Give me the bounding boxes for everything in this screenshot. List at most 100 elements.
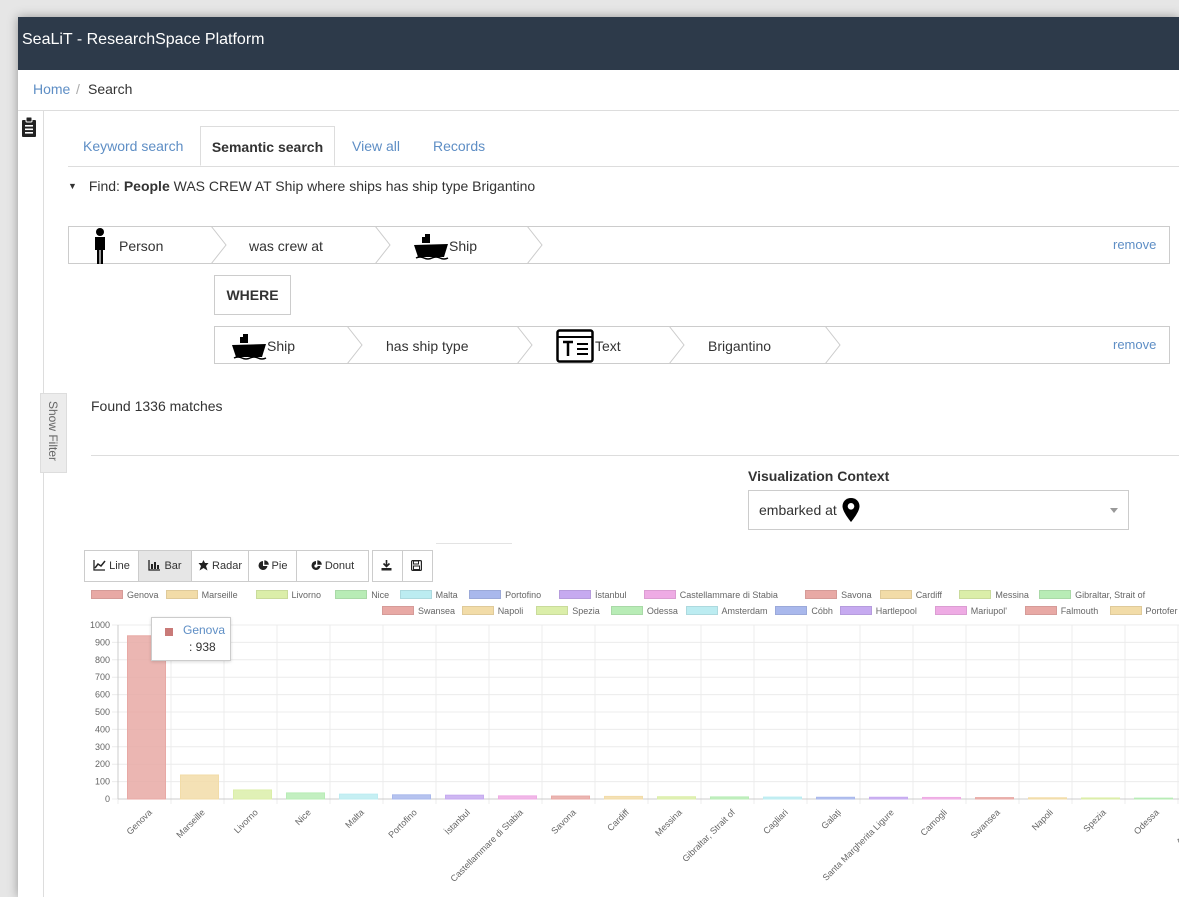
donut-chart-button[interactable]: Donut (297, 551, 368, 581)
save-button[interactable] (403, 551, 432, 581)
bar (1081, 797, 1120, 800)
radar-chart-label: Radar (212, 560, 242, 572)
chevron-separator (825, 326, 841, 364)
legend-swatch (839, 606, 872, 615)
bar (1134, 797, 1173, 800)
find-summary[interactable]: ▼ Find: People WAS CREW AT Ship where sh… (68, 178, 535, 194)
legend-swatch (1024, 606, 1057, 615)
bar (816, 796, 855, 800)
legend-swatch (805, 590, 838, 599)
query-subject[interactable]: Person (119, 227, 163, 265)
remove-query-link[interactable]: remove (1113, 227, 1156, 263)
where-relation[interactable]: has ship type (386, 327, 469, 365)
x-tick-label: Odessa (1132, 807, 1161, 836)
radar-chart-button[interactable]: Radar (192, 551, 249, 581)
tab-keyword-search[interactable]: Keyword search (83, 126, 183, 166)
legend-item[interactable]: Swansea (382, 605, 455, 617)
legend-item[interactable]: Falmouth (1024, 605, 1099, 617)
collapse-caret-icon[interactable]: ▼ (68, 181, 77, 191)
bar (233, 789, 272, 800)
legend-item[interactable]: Odessa (610, 605, 678, 617)
breadcrumb-current: Search (88, 81, 133, 97)
tab-records[interactable]: Records (433, 126, 485, 166)
where-value-type[interactable]: Text (595, 327, 621, 365)
bar-chart-label: Bar (164, 560, 182, 572)
legend-item[interactable]: Gibraltar, Strait of (1039, 589, 1145, 601)
legend-item[interactable]: Spezia (536, 605, 600, 617)
chart-tooltip: Genova : 938 (151, 617, 231, 661)
clipboard-icon[interactable] (21, 117, 37, 137)
x-tick-label: Messina (653, 807, 684, 838)
visualization-selected-value: embarked at (759, 502, 837, 518)
legend-item[interactable]: Napoli (461, 605, 523, 617)
x-tick-label: Amsterdam (1174, 807, 1179, 847)
legend-item[interactable]: Portofer (1109, 605, 1178, 617)
download-button[interactable] (373, 551, 403, 581)
chevron-separator (669, 326, 685, 364)
legend-label: Messina (995, 590, 1029, 600)
x-tick-label: Malta (343, 807, 366, 830)
visualization-context-select[interactable]: embarked at (748, 490, 1129, 530)
where-clause-label: WHERE (214, 275, 291, 315)
find-rest: WAS CREW AT Ship where ships has ship ty… (173, 178, 536, 194)
y-tick-label: 400 (95, 724, 110, 734)
legend-item[interactable]: Hartlepool (839, 605, 917, 617)
breadcrumb-home-link[interactable]: Home (33, 81, 70, 97)
where-subject[interactable]: Ship (267, 327, 295, 365)
remove-where-link[interactable]: remove (1113, 327, 1156, 363)
legend-item[interactable]: Amsterdam (685, 605, 768, 617)
query-relation[interactable]: was crew at (249, 227, 323, 265)
legend-item[interactable]: Cóbh (775, 605, 833, 617)
legend-label: Spezia (572, 606, 600, 616)
y-tick-label: 500 (95, 707, 110, 717)
legend-item[interactable]: Nice (335, 589, 389, 601)
x-tick-label: Nice (293, 807, 313, 827)
legend-swatch (559, 590, 591, 599)
legend-item[interactable]: Marseille (165, 589, 238, 601)
bar (1028, 797, 1067, 800)
legend-item[interactable]: İstanbul (559, 589, 627, 601)
radar-icon (198, 560, 209, 571)
legend-item[interactable]: Mariupol' (934, 605, 1007, 617)
x-tick-label: Camogli (918, 807, 948, 837)
legend-swatch (1109, 606, 1142, 615)
person-icon (95, 228, 105, 264)
legend-item[interactable]: Castellammare di Stabia (643, 589, 778, 601)
where-value[interactable]: Brigantino (708, 327, 771, 365)
app-title[interactable]: SeaLiT - ResearchSpace Platform (22, 31, 264, 49)
tab-semantic-search[interactable]: Semantic search (200, 126, 335, 166)
x-tick-label: Gibraltar, Strait of (680, 807, 737, 864)
bar-chart-icon (148, 560, 161, 571)
chevron-separator (527, 226, 543, 264)
line-chart-button[interactable]: Line (85, 551, 139, 581)
legend-label: Genova (127, 590, 159, 600)
tab-view-all[interactable]: View all (352, 126, 400, 166)
query-object[interactable]: Ship (449, 227, 477, 265)
legend-label: Portofer (1145, 606, 1178, 616)
legend-item[interactable]: Messina (959, 589, 1029, 601)
bar (445, 794, 484, 800)
map-pin-icon (842, 498, 860, 522)
legend-item[interactable]: Livorno (255, 589, 321, 601)
legend-item[interactable]: Genova (91, 589, 159, 601)
bar (869, 796, 908, 800)
legend-item[interactable]: Savona (805, 589, 872, 601)
ship-icon (414, 234, 449, 260)
chevron-down-icon[interactable] (1110, 508, 1118, 513)
legend-swatch (469, 590, 502, 599)
legend-item[interactable]: Cardiff (879, 589, 942, 601)
bar (392, 794, 431, 800)
x-tick-label: Cardiff (605, 807, 631, 833)
pie-chart-button[interactable]: Pie (249, 551, 297, 581)
bar-chart-button[interactable]: Bar (139, 551, 192, 581)
legend-swatch (1039, 590, 1072, 599)
show-filter-toggle[interactable]: Show Filter (40, 393, 67, 473)
legend-label: Falmouth (1060, 606, 1099, 616)
legend-swatch (165, 590, 198, 599)
legend-item[interactable]: Malta (399, 589, 458, 601)
results-count: Found 1336 matches (91, 398, 223, 414)
x-tick-label: Napoli (1030, 807, 1055, 832)
legend-label: Amsterdam (721, 606, 768, 616)
donut-chart-label: Donut (324, 560, 355, 572)
legend-item[interactable]: Portofino (469, 589, 541, 601)
